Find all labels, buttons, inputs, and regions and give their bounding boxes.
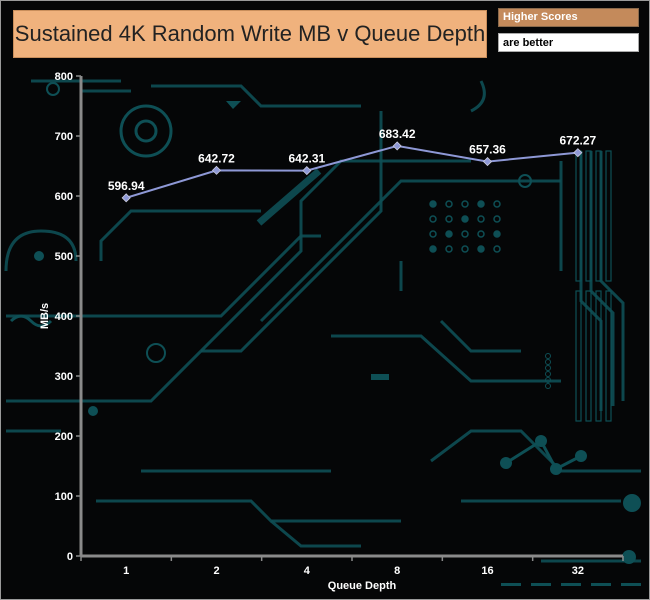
series-line	[121, 141, 583, 203]
y-tick-labels: 0 100 200 300 400 500 600 700 800	[55, 71, 73, 563]
x-tick-labels: 1 2 4 8 16 32	[123, 565, 584, 577]
data-point	[302, 166, 312, 176]
legend-higher-scores: Higher Scores	[498, 8, 639, 27]
data-point	[211, 165, 222, 175]
data-point	[482, 157, 493, 167]
x-tick-label: 1	[123, 565, 129, 577]
series-polyline	[125, 144, 578, 199]
data-label: 683.42	[379, 127, 416, 141]
y-axis-label: MB/s	[39, 303, 51, 329]
y-tick-label: 800	[55, 71, 73, 83]
legend-are-better-text: are better	[503, 37, 554, 49]
chart-title: Sustained 4K Random Write MB v Queue Dep…	[14, 21, 486, 46]
chart-canvas: 0 100 200 300 400 500 600 700 800 1 2 4 8 16 32 596.9…	[4, 71, 641, 592]
x-tick-label: 16	[481, 565, 493, 577]
y-tick-label: 500	[55, 251, 73, 263]
legend-are-better: are better	[498, 33, 639, 52]
legend-higher-scores-text: Higher Scores	[503, 11, 578, 23]
data-label: 672.27	[559, 134, 596, 148]
x-tick-label: 4	[304, 565, 311, 577]
data-label: 596.94	[108, 179, 145, 193]
data-point	[392, 141, 402, 151]
data-label: 642.72	[198, 151, 235, 165]
x-tick-label: 8	[394, 565, 400, 577]
y-tick-label: 0	[67, 551, 73, 563]
axes	[76, 75, 624, 561]
data-label: 642.31	[288, 152, 325, 166]
y-tick-label: 700	[55, 131, 73, 143]
y-tick-label: 100	[55, 491, 73, 503]
y-tick-label: 400	[55, 311, 73, 323]
x-tick-label: 32	[572, 565, 584, 577]
chart-frame: 0 100 200 300 400 500 600 700 800 1 2 4 8 16 32 596.9…	[0, 0, 650, 600]
y-tick-label: 600	[55, 191, 73, 203]
chart-title-box: Sustained 4K Random Write MB v Queue Dep…	[13, 10, 487, 58]
x-axis-label: Queue Depth	[328, 580, 397, 592]
data-label: 657.36	[469, 143, 506, 157]
y-tick-label: 300	[55, 371, 73, 383]
data-point	[121, 193, 131, 203]
x-tick-label: 2	[213, 565, 219, 577]
y-tick-label: 200	[55, 431, 73, 443]
